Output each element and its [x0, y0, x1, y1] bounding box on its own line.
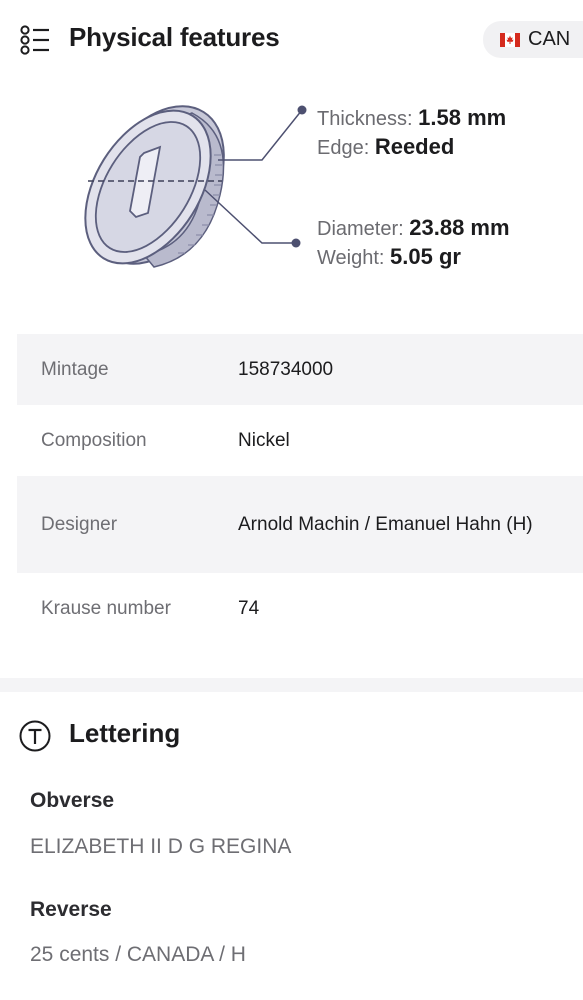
thickness-value: 1.58 mm [418, 105, 507, 130]
text-t-icon [19, 720, 51, 752]
edge-label: Edge: [317, 137, 370, 159]
weight-label: Weight: [317, 247, 385, 269]
designer-label: Designer [41, 513, 118, 535]
edge-spec: Edge: Reeded [317, 134, 454, 160]
diameter-label: Diameter: [317, 218, 404, 240]
thickness-label: Thickness: [317, 108, 413, 130]
page-title: Physical features [69, 22, 280, 52]
reverse-value: 25 cents / CANADA / H [30, 943, 246, 966]
diameter-value: 23.88 mm [409, 215, 510, 240]
country-selector[interactable]: CAN [483, 21, 583, 58]
coin-illustration [84, 105, 225, 268]
country-code: CAN [528, 28, 571, 50]
obverse-label: Obverse [30, 789, 115, 812]
table-row-mintage: Mintage 158734000 [17, 334, 583, 405]
table-row-designer: Designer Arnold Machin / Emanuel Hahn (H… [17, 476, 583, 573]
table-row-krause: Krause number 74 [17, 573, 583, 644]
list-icon[interactable] [20, 25, 50, 55]
mintage-label: Mintage [41, 358, 109, 380]
composition-label: Composition [41, 429, 147, 451]
section-divider [0, 678, 583, 692]
details-table: Mintage 158734000 Composition Nickel Des… [17, 334, 583, 644]
designer-value: Arnold Machin / Emanuel Hahn (H) [238, 513, 533, 535]
lettering-title: Lettering [69, 718, 181, 748]
thickness-spec: Thickness: 1.58 mm [317, 105, 506, 131]
reverse-label: Reverse [30, 898, 112, 921]
edge-value: Reeded [374, 134, 455, 159]
mintage-value: 158734000 [238, 358, 334, 380]
canada-flag-icon [500, 32, 520, 47]
weight-value: 5.05 gr [390, 244, 461, 269]
diameter-spec: Diameter: 23.88 mm [317, 215, 510, 241]
obverse-value: ELIZABETH II D G REGINA [30, 835, 292, 858]
krause-label: Krause number [41, 597, 171, 619]
table-row-composition: Composition Nickel [17, 405, 583, 476]
weight-spec: Weight: 5.05 gr [317, 244, 461, 270]
krause-value: 74 [238, 597, 260, 619]
composition-value: Nickel [238, 429, 290, 451]
